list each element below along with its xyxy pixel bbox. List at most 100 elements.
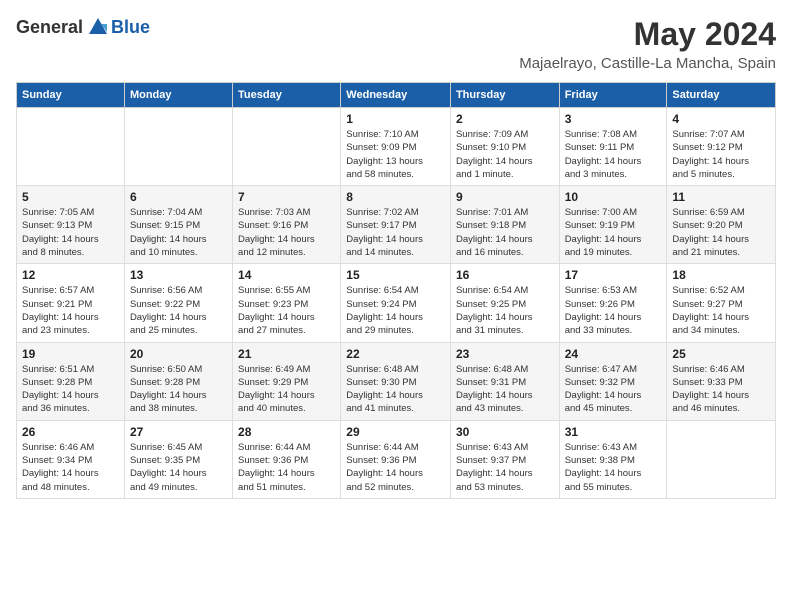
- day-info: Sunrise: 6:47 AMSunset: 9:32 PMDaylight:…: [565, 363, 662, 416]
- day-number: 1: [346, 112, 445, 126]
- day-number: 22: [346, 347, 445, 361]
- location-title: Majaelrayo, Castille-La Mancha, Spain: [519, 55, 776, 72]
- calendar-cell: 17 Sunrise: 6:53 AMSunset: 9:26 PMDayligh…: [559, 264, 667, 342]
- day-info: Sunrise: 6:56 AMSunset: 9:22 PMDaylight:…: [130, 284, 227, 337]
- calendar-cell: 26 Sunrise: 6:46 AMSunset: 9:34 PMDayligh…: [17, 420, 125, 498]
- day-info: Sunrise: 6:59 AMSunset: 9:20 PMDaylight:…: [672, 206, 770, 259]
- calendar-cell: [124, 108, 232, 186]
- day-info: Sunrise: 6:54 AMSunset: 9:25 PMDaylight:…: [456, 284, 554, 337]
- calendar-cell: 6 Sunrise: 7:04 AMSunset: 9:15 PMDaylight…: [124, 186, 232, 264]
- day-info: Sunrise: 7:07 AMSunset: 9:12 PMDaylight:…: [672, 128, 770, 181]
- calendar-cell: 12Sunrise: 6:57 AMSunset: 9:21 PMDayligh…: [17, 264, 125, 342]
- day-number: 9: [456, 190, 554, 204]
- day-info: Sunrise: 6:53 AMSunset: 9:26 PMDaylight:…: [565, 284, 662, 337]
- day-number: 12: [22, 268, 119, 282]
- calendar-cell: 23Sunrise: 6:48 AMSunset: 9:31 PMDayligh…: [450, 342, 559, 420]
- calendar-cell: 7Sunrise: 7:03 AMSunset: 9:16 PMDaylight…: [233, 186, 341, 264]
- day-number: 27: [130, 425, 227, 439]
- day-number: 6: [130, 190, 227, 204]
- calendar-cell: 18 Sunrise: 6:52 AMSunset: 9:27 PMDayligh…: [667, 264, 776, 342]
- day-info: Sunrise: 6:46 AMSunset: 9:33 PMDaylight:…: [672, 363, 770, 416]
- day-number: 30: [456, 425, 554, 439]
- calendar-cell: 3Sunrise: 7:08 AMSunset: 9:11 PMDaylight…: [559, 108, 667, 186]
- logo-general: General: [16, 17, 83, 38]
- day-info: Sunrise: 7:01 AMSunset: 9:18 PMDaylight:…: [456, 206, 554, 259]
- calendar-cell: 30 Sunrise: 6:43 AMSunset: 9:37 PMDayligh…: [450, 420, 559, 498]
- day-info: Sunrise: 6:43 AMSunset: 9:37 PMDaylight:…: [456, 441, 554, 494]
- day-info: Sunrise: 6:51 AMSunset: 9:28 PMDaylight:…: [22, 363, 119, 416]
- week-row-3: 12Sunrise: 6:57 AMSunset: 9:21 PMDayligh…: [17, 264, 776, 342]
- day-info: Sunrise: 7:04 AMSunset: 9:15 PMDaylight:…: [130, 206, 227, 259]
- day-number: 11: [672, 190, 770, 204]
- day-number: 29: [346, 425, 445, 439]
- day-info: Sunrise: 7:10 AMSunset: 9:09 PMDaylight:…: [346, 128, 445, 181]
- day-number: 16: [456, 268, 554, 282]
- calendar-cell: 25 Sunrise: 6:46 AMSunset: 9:33 PMDayligh…: [667, 342, 776, 420]
- calendar-cell: 2 Sunrise: 7:09 AMSunset: 9:10 PMDaylight…: [450, 108, 559, 186]
- calendar-cell: 28 Sunrise: 6:44 AMSunset: 9:36 PMDayligh…: [233, 420, 341, 498]
- day-info: Sunrise: 7:00 AMSunset: 9:19 PMDaylight:…: [565, 206, 662, 259]
- calendar-cell: 27 Sunrise: 6:45 AMSunset: 9:35 PMDayligh…: [124, 420, 232, 498]
- day-number: 25: [672, 347, 770, 361]
- day-number: 18: [672, 268, 770, 282]
- weekday-header-row: SundayMondayTuesdayWednesdayThursdayFrid…: [17, 83, 776, 108]
- day-info: Sunrise: 7:03 AMSunset: 9:16 PMDaylight:…: [238, 206, 335, 259]
- month-title: May 2024: [519, 16, 776, 53]
- day-info: Sunrise: 6:45 AMSunset: 9:35 PMDaylight:…: [130, 441, 227, 494]
- day-number: 17: [565, 268, 662, 282]
- day-number: 24: [565, 347, 662, 361]
- page-header: General Blue May 2024 Majaelrayo, Castil…: [16, 16, 776, 72]
- calendar-cell: 10 Sunrise: 7:00 AMSunset: 9:19 PMDayligh…: [559, 186, 667, 264]
- weekday-header-tuesday: Tuesday: [233, 83, 341, 108]
- logo-blue: Blue: [111, 17, 150, 38]
- day-number: 13: [130, 268, 227, 282]
- calendar-cell: 14 Sunrise: 6:55 AMSunset: 9:23 PMDayligh…: [233, 264, 341, 342]
- weekday-header-wednesday: Wednesday: [341, 83, 451, 108]
- day-info: Sunrise: 6:48 AMSunset: 9:30 PMDaylight:…: [346, 363, 445, 416]
- day-number: 10: [565, 190, 662, 204]
- week-row-5: 26 Sunrise: 6:46 AMSunset: 9:34 PMDayligh…: [17, 420, 776, 498]
- day-info: Sunrise: 6:52 AMSunset: 9:27 PMDaylight:…: [672, 284, 770, 337]
- week-row-2: 5 Sunrise: 7:05 AMSunset: 9:13 PMDaylight…: [17, 186, 776, 264]
- calendar-cell: 31Sunrise: 6:43 AMSunset: 9:38 PMDayligh…: [559, 420, 667, 498]
- calendar-cell: 8Sunrise: 7:02 AMSunset: 9:17 PMDaylight…: [341, 186, 451, 264]
- day-number: 15: [346, 268, 445, 282]
- day-number: 2: [456, 112, 554, 126]
- title-area: May 2024 Majaelrayo, Castille-La Mancha,…: [519, 16, 776, 72]
- day-info: Sunrise: 6:46 AMSunset: 9:34 PMDaylight:…: [22, 441, 119, 494]
- calendar-cell: 13 Sunrise: 6:56 AMSunset: 9:22 PMDayligh…: [124, 264, 232, 342]
- calendar-cell: 9 Sunrise: 7:01 AMSunset: 9:18 PMDaylight…: [450, 186, 559, 264]
- day-number: 28: [238, 425, 335, 439]
- day-info: Sunrise: 6:55 AMSunset: 9:23 PMDaylight:…: [238, 284, 335, 337]
- weekday-header-monday: Monday: [124, 83, 232, 108]
- day-info: Sunrise: 7:05 AMSunset: 9:13 PMDaylight:…: [22, 206, 119, 259]
- calendar-cell: 5 Sunrise: 7:05 AMSunset: 9:13 PMDaylight…: [17, 186, 125, 264]
- day-info: Sunrise: 6:54 AMSunset: 9:24 PMDaylight:…: [346, 284, 445, 337]
- day-number: 20: [130, 347, 227, 361]
- calendar-cell: 29Sunrise: 6:44 AMSunset: 9:36 PMDayligh…: [341, 420, 451, 498]
- day-info: Sunrise: 6:48 AMSunset: 9:31 PMDaylight:…: [456, 363, 554, 416]
- calendar-cell: [233, 108, 341, 186]
- day-info: Sunrise: 6:44 AMSunset: 9:36 PMDaylight:…: [238, 441, 335, 494]
- logo: General Blue: [16, 16, 150, 38]
- day-number: 19: [22, 347, 119, 361]
- day-info: Sunrise: 6:49 AMSunset: 9:29 PMDaylight:…: [238, 363, 335, 416]
- day-number: 3: [565, 112, 662, 126]
- day-number: 14: [238, 268, 335, 282]
- day-info: Sunrise: 7:02 AMSunset: 9:17 PMDaylight:…: [346, 206, 445, 259]
- day-number: 26: [22, 425, 119, 439]
- calendar-cell: 21Sunrise: 6:49 AMSunset: 9:29 PMDayligh…: [233, 342, 341, 420]
- calendar-cell: 20 Sunrise: 6:50 AMSunset: 9:28 PMDayligh…: [124, 342, 232, 420]
- calendar-cell: 11 Sunrise: 6:59 AMSunset: 9:20 PMDayligh…: [667, 186, 776, 264]
- day-info: Sunrise: 7:09 AMSunset: 9:10 PMDaylight:…: [456, 128, 554, 181]
- weekday-header-thursday: Thursday: [450, 83, 559, 108]
- day-number: 4: [672, 112, 770, 126]
- calendar-cell: 1 Sunrise: 7:10 AMSunset: 9:09 PMDaylight…: [341, 108, 451, 186]
- calendar-cell: [667, 420, 776, 498]
- calendar-cell: 16 Sunrise: 6:54 AMSunset: 9:25 PMDayligh…: [450, 264, 559, 342]
- logo-icon: [87, 16, 109, 38]
- calendar-table: SundayMondayTuesdayWednesdayThursdayFrid…: [16, 82, 776, 499]
- day-number: 5: [22, 190, 119, 204]
- day-info: Sunrise: 6:50 AMSunset: 9:28 PMDaylight:…: [130, 363, 227, 416]
- week-row-4: 19 Sunrise: 6:51 AMSunset: 9:28 PMDayligh…: [17, 342, 776, 420]
